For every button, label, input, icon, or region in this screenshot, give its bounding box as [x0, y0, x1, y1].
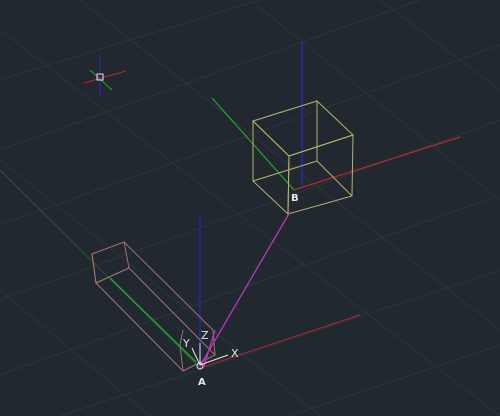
ucs-x-label: X: [231, 347, 239, 360]
ucs-z-label: Z: [201, 329, 209, 342]
crosshair-cursor-icon: [83, 54, 127, 96]
point-b-label: B: [291, 193, 299, 204]
point-a-label: A: [198, 377, 206, 388]
y-axis-line-a: [0, 169, 201, 369]
grid: [0, 0, 500, 416]
x-axis-line-a: [199, 314, 361, 369]
model-space-canvas[interactable]: X Y Z A B: [0, 0, 500, 416]
ucs-y-label: Y: [182, 337, 190, 350]
box-a[interactable]: [91, 241, 216, 372]
cube-b[interactable]: [252, 100, 354, 216]
drawing-viewport[interactable]: X Y Z A B: [0, 0, 500, 416]
